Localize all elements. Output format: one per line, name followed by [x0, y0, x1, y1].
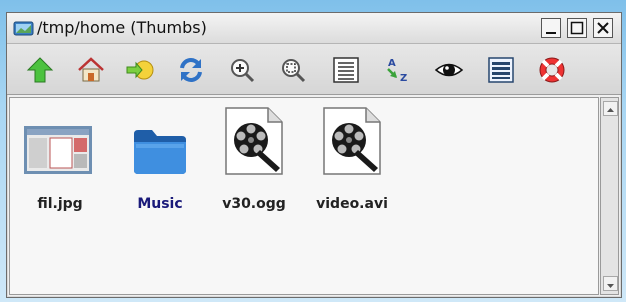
folder-icon: [134, 130, 186, 174]
go-icon: [126, 60, 154, 80]
minimize-icon: [546, 32, 556, 34]
minimize-button[interactable]: [541, 18, 561, 38]
help-button[interactable]: [537, 55, 567, 85]
details-view-icon: [333, 57, 359, 83]
folder-label: Music: [137, 196, 183, 212]
arrow-up-icon: [607, 108, 614, 112]
lifebuoy-icon: [539, 57, 565, 83]
zoom-fit-button[interactable]: [278, 55, 308, 85]
file-item-video[interactable]: v30.ogg: [214, 104, 294, 222]
refresh-icon: [180, 58, 202, 82]
list-view-button[interactable]: [486, 55, 516, 85]
file-label: fil.jpg: [37, 196, 83, 212]
home-button[interactable]: [76, 55, 106, 85]
title-bar[interactable]: /tmp/home (Thumbs): [7, 13, 621, 44]
file-browser-window: /tmp/home (Thumbs) A Z fil.jpg Music v30…: [6, 12, 622, 298]
go-button[interactable]: [125, 55, 155, 85]
window-app-icon: [13, 21, 34, 36]
eye-icon: [434, 63, 464, 77]
zoom-in-icon: [231, 59, 255, 83]
svg-text:Z: Z: [400, 73, 407, 84]
file-view-area[interactable]: fil.jpg Music v30.ogg video.avi: [9, 97, 599, 295]
maximize-icon: [570, 21, 584, 35]
file-label: video.avi: [316, 196, 388, 212]
image-thumbnail-icon: [24, 126, 92, 174]
list-view-icon: [488, 57, 514, 83]
vertical-scrollbar[interactable]: [600, 97, 619, 295]
refresh-button[interactable]: [176, 55, 206, 85]
file-item-video[interactable]: video.avi: [310, 104, 394, 222]
arrow-down-icon: [607, 284, 614, 288]
folder-item[interactable]: Music: [120, 112, 200, 222]
svg-text:A: A: [388, 58, 396, 69]
window-title: /tmp/home (Thumbs): [37, 18, 207, 37]
file-item-image[interactable]: fil.jpg: [20, 112, 100, 222]
zoom-fit-icon: [282, 59, 306, 83]
close-icon: [597, 22, 609, 34]
video-file-icon: [323, 107, 381, 175]
show-hidden-button[interactable]: [434, 55, 464, 85]
video-file-icon: [225, 107, 283, 175]
file-label: v30.ogg: [222, 196, 286, 212]
toolbar: A Z: [7, 44, 621, 95]
sort-button[interactable]: A Z: [382, 55, 412, 85]
scroll-up-button[interactable]: [603, 101, 618, 116]
sort-az-icon: A Z: [387, 58, 407, 84]
maximize-button[interactable]: [567, 18, 587, 38]
up-button[interactable]: [25, 55, 55, 85]
home-icon: [78, 57, 104, 82]
close-button[interactable]: [593, 18, 613, 38]
zoom-in-button[interactable]: [227, 55, 257, 85]
scroll-down-button[interactable]: [603, 276, 618, 291]
up-arrow-icon: [26, 57, 54, 83]
details-view-button[interactable]: [331, 55, 361, 85]
